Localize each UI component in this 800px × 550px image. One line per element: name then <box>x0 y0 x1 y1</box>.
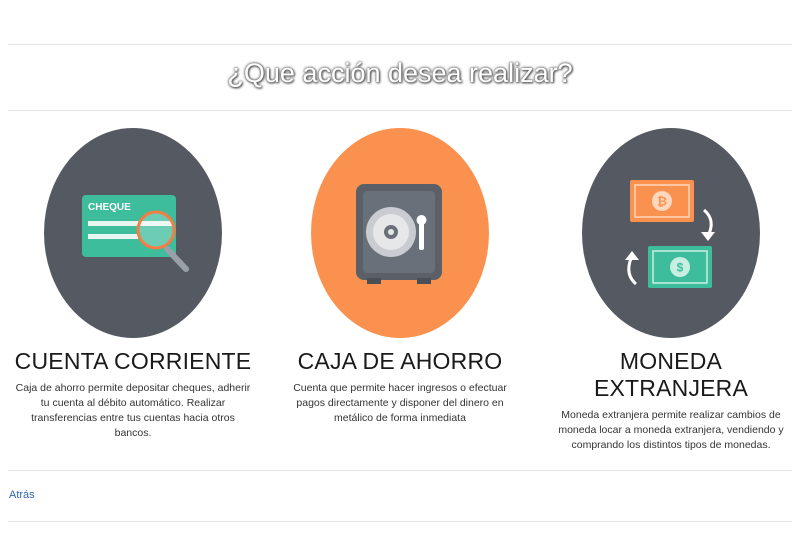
title-divider <box>8 110 792 111</box>
page-title: ¿Que acción desea realizar? <box>227 58 573 88</box>
option-circle: ₿ $ <box>582 128 760 338</box>
currency-exchange-icon: ₿ $ <box>625 180 715 288</box>
footer-top-divider <box>8 470 792 471</box>
option-circle <box>311 128 489 338</box>
option-description: Cuenta que permite hacer ingresos o efec… <box>293 382 507 424</box>
back-link[interactable]: Atrás <box>9 489 35 501</box>
svg-text:CHEQUE: CHEQUE <box>88 202 131 213</box>
option-caja-de-ahorro[interactable]: CAJA DE AHORRO Cuenta que permite hacer … <box>275 128 525 426</box>
option-moneda-extranjera[interactable]: ₿ $ MONEDA EXTRANJERA Moneda extranjera … <box>546 128 796 453</box>
svg-text:$: $ <box>677 261 684 275</box>
option-title: CUENTA CORRIENTE <box>14 348 252 374</box>
footer-bottom-divider <box>8 521 792 522</box>
safe-icon <box>356 184 442 284</box>
top-divider <box>8 44 792 45</box>
option-description: Moneda extranjera permite realizar cambi… <box>558 409 784 451</box>
option-title: CAJA DE AHORRO <box>297 348 503 374</box>
cheque-icon: CHEQUE <box>82 195 189 272</box>
option-title: MONEDA EXTRANJERA <box>593 348 749 401</box>
svg-text:₿: ₿ <box>657 195 667 209</box>
option-circle: CHEQUE <box>44 128 222 338</box>
option-cuenta-corriente[interactable]: CHEQUE CUENTA CORRIENTE Caja de ahorro p… <box>8 128 258 441</box>
option-description: Caja de ahorro permite depositar cheques… <box>15 382 251 439</box>
